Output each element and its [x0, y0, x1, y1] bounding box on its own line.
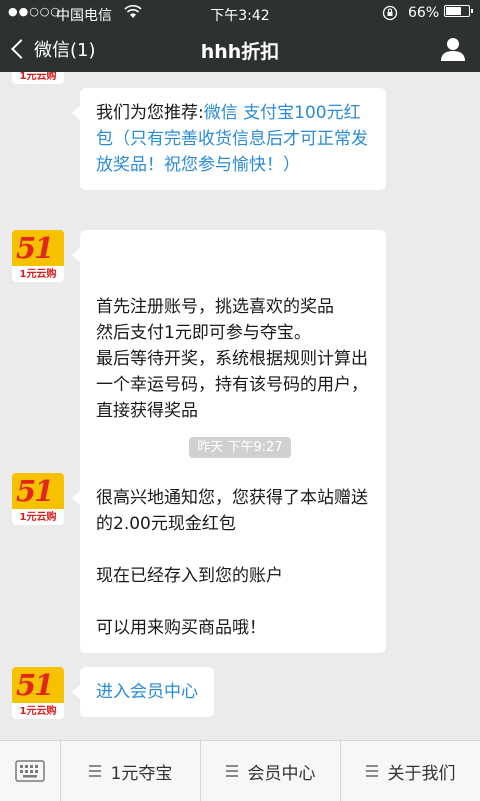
logo-caption: 1元云购 — [19, 269, 57, 280]
message-text: 可以用来购买商品哦！ — [96, 618, 266, 638]
message-text: 进入会员中心 — [96, 679, 198, 705]
bottom-menu: 1元夺宝 会员中心 关于我们 — [0, 740, 480, 801]
menu-item-about-us[interactable]: 关于我们 — [341, 741, 480, 801]
logo-number: 51 — [16, 668, 54, 702]
battery-icon — [444, 5, 473, 17]
menu-item-label: 关于我们 — [387, 763, 456, 784]
menu-item-label: 会员中心 — [247, 763, 316, 784]
recommend-label: 我们为您推荐: — [96, 103, 204, 123]
message-text: 现在已经存入到您的账户 — [96, 566, 283, 586]
avatar[interactable]: 51 1元云购 — [12, 72, 64, 84]
avatar[interactable]: 51 1元云购 — [12, 230, 64, 282]
battery-percent: 66% — [408, 5, 440, 21]
logo-caption: 1元云购 — [19, 706, 57, 717]
menu-lines-icon — [365, 765, 378, 777]
menu-lines-icon — [225, 765, 238, 777]
battery-nub — [471, 9, 473, 13]
message-bubble: 进入会员中心 — [72, 667, 214, 717]
menu-lines-icon — [88, 765, 101, 777]
battery-fill — [446, 7, 461, 15]
message-text: 我们为您推荐:微信 支付宝100元红包（只有完善收货信息后才可正常发放奖品！祝您… — [96, 100, 370, 178]
message-bubble: 很高兴地通知您，您获得了本站赠送的2.00元现金红包 现在已经存入到您的账户 可… — [72, 473, 386, 653]
avatar[interactable]: 51 1元云购 — [12, 667, 64, 719]
logo-caption: 1元云购 — [19, 512, 57, 523]
nav-bar: 微信(1) hhh折扣 — [0, 26, 480, 72]
keyboard-icon[interactable] — [0, 741, 61, 801]
message-text: 首先注册账号，挑选喜欢的奖品 然后支付1元即可参与夺宝。 最后等待开奖，系统根据… — [96, 297, 368, 421]
page-title: hhh折扣 — [200, 41, 280, 63]
menu-item-duobao[interactable]: 1元夺宝 — [61, 741, 201, 801]
member-center-link[interactable]: 进入会员中心 — [96, 682, 198, 702]
timestamp-label: 昨天 下午9:27 — [189, 437, 291, 458]
person-icon[interactable] — [438, 34, 468, 64]
chat-area: 51 1元云购 我们为您推荐:微信 支付宝100元红包（只有完善收货信息后才可正… — [0, 72, 480, 740]
logo-number: 51 — [16, 474, 54, 508]
message-bubble: 我们为您推荐:微信 支付宝100元红包（只有完善收货信息后才可正常发放奖品！祝您… — [72, 88, 386, 190]
menu-item-member-center[interactable]: 会员中心 — [201, 741, 341, 801]
timestamp: 昨天 下午9:27 — [0, 436, 480, 458]
status-bar: ●●○○○ 中国电信 下午3:42 66% — [0, 0, 480, 26]
logo-caption: 1元云购 — [19, 72, 57, 82]
menu-item-label: 1元夺宝 — [110, 763, 173, 784]
avatar[interactable]: 51 1元云购 — [12, 473, 64, 525]
logo-number: 51 — [16, 231, 54, 265]
message-text: 很高兴地通知您，您获得了本站赠送的2.00元现金红包 — [96, 488, 368, 534]
rotation-lock-icon — [382, 5, 398, 25]
